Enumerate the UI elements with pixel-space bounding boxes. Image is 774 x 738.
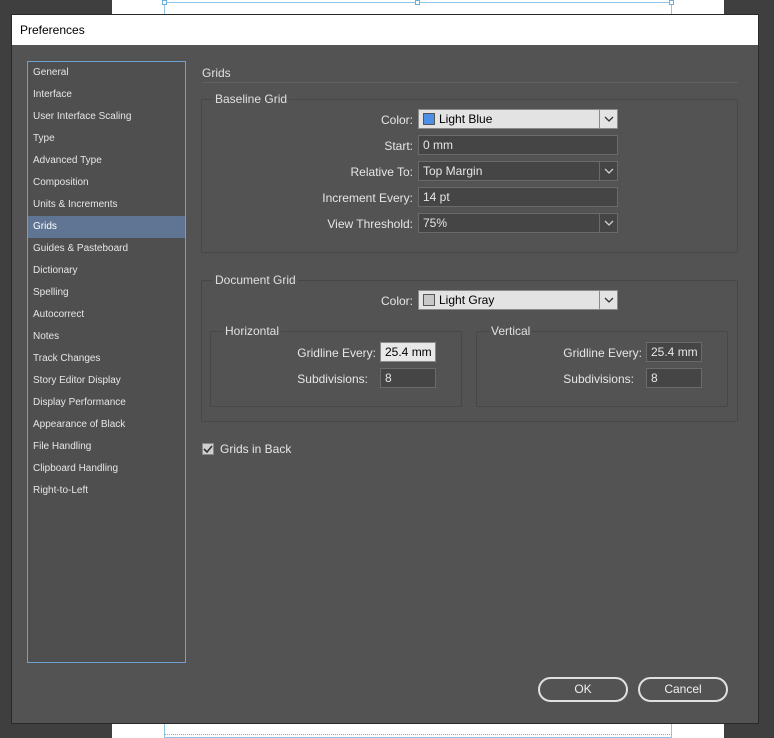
sidebar-item-display-performance[interactable]: Display Performance <box>28 392 185 414</box>
sidebar-item-ui-scaling[interactable]: User Interface Scaling <box>28 106 185 128</box>
sidebar-item-appearance-of-black[interactable]: Appearance of Black <box>28 414 185 436</box>
sidebar-item-guides-pasteboard[interactable]: Guides & Pasteboard <box>28 238 185 260</box>
color-swatch <box>423 113 435 125</box>
horizontal-subdivisions-field[interactable]: 8 <box>380 368 436 388</box>
document-color-label: Color: <box>380 294 413 308</box>
sidebar-item-units-increments[interactable]: Units & Increments <box>28 194 185 216</box>
color-swatch <box>423 294 435 306</box>
vertical-subdivisions-field[interactable]: 8 <box>646 368 702 388</box>
chevron-down-icon <box>599 291 617 309</box>
chevron-down-icon <box>599 110 617 128</box>
sidebar-item-general[interactable]: General <box>28 62 185 84</box>
sidebar-item-notes[interactable]: Notes <box>28 326 185 348</box>
baseline-relative-select[interactable]: Top Margin <box>418 161 618 181</box>
preferences-dialog: Preferences General Interface User Inter… <box>11 14 759 724</box>
sidebar-item-type[interactable]: Type <box>28 128 185 150</box>
vertical-gridline-label: Gridline Every: <box>563 346 642 360</box>
background-dotted-guide <box>164 734 672 735</box>
sidebar-item-grids[interactable]: Grids <box>28 216 185 238</box>
chevron-down-icon <box>599 162 617 180</box>
grids-in-back-label[interactable]: Grids in Back <box>220 442 291 456</box>
baseline-color-select[interactable]: Light Blue <box>418 109 618 129</box>
document-grid-legend: Document Grid <box>213 273 298 287</box>
baseline-increment-label: Increment Every: <box>322 191 413 205</box>
baseline-threshold-select[interactable]: 75% <box>418 213 618 233</box>
frame-handle <box>669 0 674 5</box>
preferences-sidebar: General Interface User Interface Scaling… <box>27 61 186 663</box>
chevron-down-icon <box>599 214 617 232</box>
frame-handle <box>162 0 167 5</box>
horizontal-subdivisions-label: Subdivisions: <box>297 372 368 386</box>
sidebar-item-right-to-left[interactable]: Right-to-Left <box>28 480 185 502</box>
checkmark-icon <box>203 445 213 453</box>
baseline-relative-value: Top Margin <box>423 164 483 178</box>
sidebar-item-interface[interactable]: Interface <box>28 84 185 106</box>
baseline-relative-label: Relative To: <box>350 165 413 179</box>
sidebar-item-spelling[interactable]: Spelling <box>28 282 185 304</box>
dialog-title: Preferences <box>12 15 758 45</box>
sidebar-item-advanced-type[interactable]: Advanced Type <box>28 150 185 172</box>
baseline-increment-field[interactable]: 14 pt <box>418 187 618 207</box>
sidebar-item-file-handling[interactable]: File Handling <box>28 436 185 458</box>
sidebar-item-clipboard-handling[interactable]: Clipboard Handling <box>28 458 185 480</box>
sidebar-item-dictionary[interactable]: Dictionary <box>28 260 185 282</box>
grids-in-back-checkbox[interactable] <box>202 443 214 455</box>
sidebar-item-autocorrect[interactable]: Autocorrect <box>28 304 185 326</box>
frame-handle <box>415 0 420 5</box>
baseline-start-field[interactable]: 0 mm <box>418 135 618 155</box>
document-color-select[interactable]: Light Gray <box>418 290 618 310</box>
vertical-gridline-field[interactable]: 25.4 mm <box>646 342 702 362</box>
cancel-button[interactable]: Cancel <box>638 677 728 702</box>
sidebar-item-story-editor-display[interactable]: Story Editor Display <box>28 370 185 392</box>
baseline-threshold-label: View Threshold: <box>327 217 413 231</box>
ok-button[interactable]: OK <box>538 677 628 702</box>
baseline-color-label: Color: <box>380 113 413 127</box>
baseline-start-label: Start: <box>384 139 413 153</box>
baseline-threshold-value: 75% <box>423 216 448 230</box>
document-color-value: Light Gray <box>439 293 495 307</box>
panel-title: Grids <box>202 66 231 80</box>
horizontal-gridline-label: Gridline Every: <box>297 346 376 360</box>
sidebar-item-composition[interactable]: Composition <box>28 172 185 194</box>
vertical-subdivisions-label: Subdivisions: <box>563 372 634 386</box>
panel-divider <box>202 82 738 83</box>
baseline-color-value: Light Blue <box>439 112 493 126</box>
vertical-legend: Vertical <box>489 324 533 338</box>
sidebar-item-track-changes[interactable]: Track Changes <box>28 348 185 370</box>
horizontal-legend: Horizontal <box>223 324 282 338</box>
baseline-grid-legend: Baseline Grid <box>213 92 290 106</box>
horizontal-gridline-field[interactable]: 25.4 mm <box>380 342 436 362</box>
